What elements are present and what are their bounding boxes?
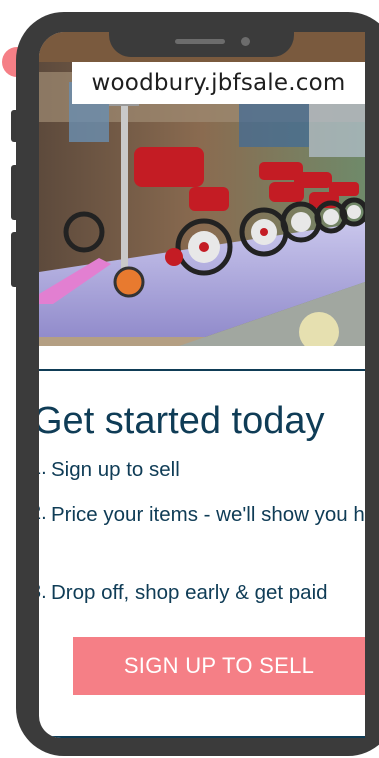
sign-up-to-sell-button[interactable]: SIGN UP TO SELL xyxy=(73,637,365,695)
url-text: woodbury.jbfsale.com xyxy=(91,70,346,96)
section-divider-bottom xyxy=(39,736,365,738)
step-text: Price your items - we'll show you how xyxy=(51,503,365,526)
speaker-grille xyxy=(175,39,225,44)
step-number: 3. xyxy=(39,581,47,603)
step-number: 2. xyxy=(39,502,47,524)
phone-screen: woodbury.jbfsale.com Get started today 1… xyxy=(39,32,365,738)
address-bar[interactable]: woodbury.jbfsale.com xyxy=(72,62,365,104)
step-number: 1. xyxy=(39,457,47,479)
phone-notch xyxy=(109,12,294,57)
section-divider-top xyxy=(39,369,365,371)
camera-icon xyxy=(241,37,250,46)
step-text: Sign up to sell xyxy=(51,458,180,481)
step-text: Drop off, shop early & get paid xyxy=(51,581,328,604)
section-heading: Get started today xyxy=(39,400,325,442)
